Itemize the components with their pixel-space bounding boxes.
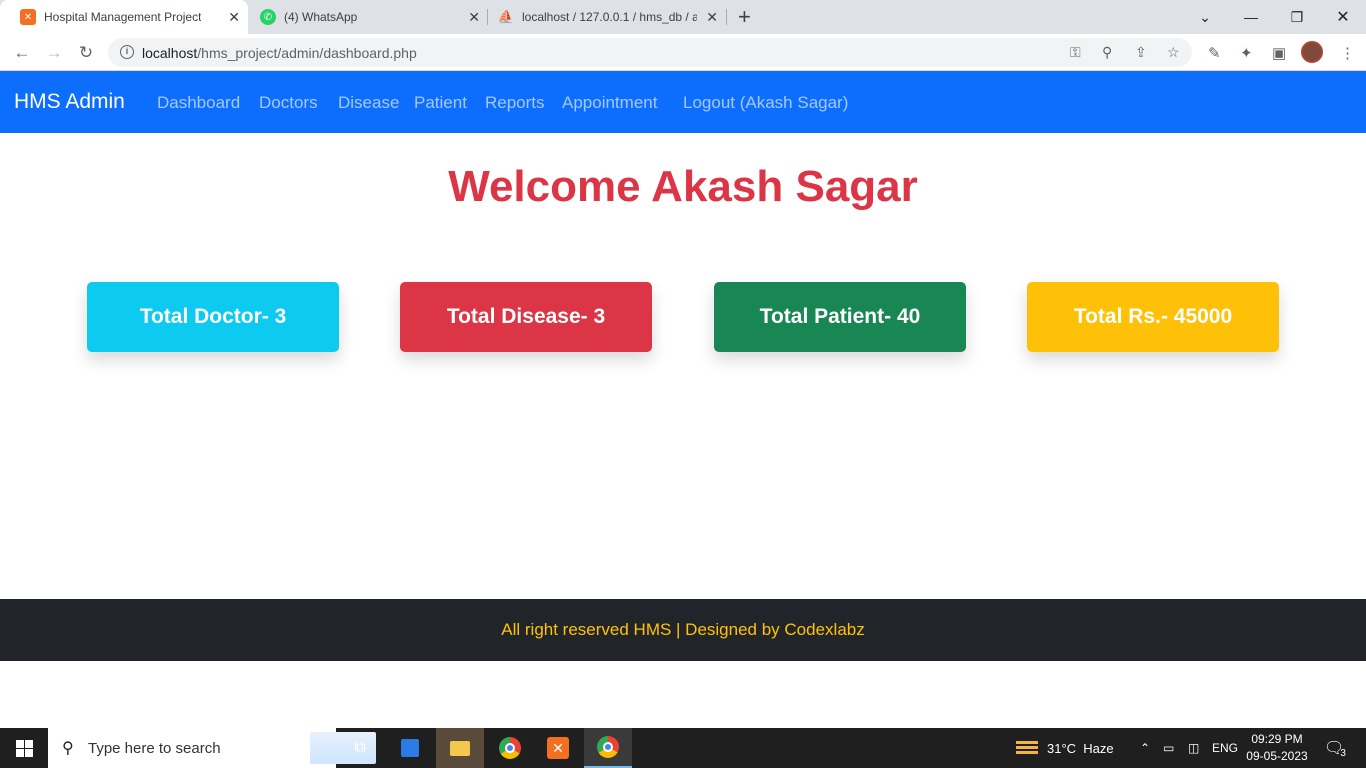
app-navbar: HMS Admin Dashboard Doctors Disease Pati… xyxy=(0,71,1366,133)
menu-kebab-icon[interactable]: ⋮ xyxy=(1340,44,1355,62)
close-tab-icon[interactable]: ✕ xyxy=(228,9,240,26)
total-revenue-card: Total Rs.- 45000 xyxy=(1027,282,1279,352)
windows-start-icon[interactable] xyxy=(0,728,48,768)
nav-link-doctors[interactable]: Doctors xyxy=(259,93,318,113)
restore-icon[interactable]: ❐ xyxy=(1274,0,1320,34)
nav-link-disease[interactable]: Disease xyxy=(338,93,399,113)
nav-link-appointment[interactable]: Appointment xyxy=(562,93,657,113)
browser-toolbar: ← → ↻ i localhost/hms_project/admin/dash… xyxy=(0,34,1366,71)
weather-haze-icon xyxy=(1016,741,1038,755)
page-footer: All right reserved HMS | Designed by Cod… xyxy=(0,599,1366,661)
language-indicator[interactable]: ENG xyxy=(1212,728,1238,768)
share-icon[interactable]: ⇪ xyxy=(1135,44,1147,61)
notification-center-icon[interactable]: 🗨 3 xyxy=(1324,728,1346,768)
notification-count: 3 xyxy=(1340,747,1346,759)
network-icon[interactable]: ◫ xyxy=(1188,728,1199,768)
zoom-icon[interactable]: ⚲ xyxy=(1102,44,1112,61)
total-disease-card: Total Disease- 3 xyxy=(400,282,652,352)
total-patient-card: Total Patient- 40 xyxy=(714,282,966,352)
weather-widget[interactable]: 31°C Haze xyxy=(1016,728,1114,768)
tab-phpmyadmin[interactable]: ⛵ localhost / 127.0.0.1 / hms_db / a ✕ xyxy=(478,0,726,34)
profile-avatar[interactable] xyxy=(1301,41,1323,63)
taskbar-search-box[interactable]: ⚲ Type here to search xyxy=(48,728,376,768)
chrome-profile-taskbar-icon[interactable] xyxy=(584,728,632,768)
bookmark-star-icon[interactable]: ☆ xyxy=(1167,44,1180,61)
browser-tab-strip: ✕ Hospital Management Project ✕ ✆ (4) Wh… xyxy=(0,0,1366,34)
key-icon[interactable]: ⚿ xyxy=(1070,44,1081,61)
search-placeholder: Type here to search xyxy=(88,740,221,757)
xampp-icon: ✕ xyxy=(20,9,36,25)
search-icon: ⚲ xyxy=(62,740,74,757)
clock-date: 09-05-2023 xyxy=(1246,749,1308,763)
tab-title: Hospital Management Project xyxy=(44,10,202,24)
system-clock[interactable]: 09:29 PM 09-05-2023 xyxy=(1244,731,1310,765)
forward-icon[interactable]: → xyxy=(42,41,66,65)
tab-title: (4) WhatsApp xyxy=(284,10,358,24)
battery-icon[interactable]: ▭ xyxy=(1163,728,1174,768)
url-path: /hms_project/admin/dashboard.php xyxy=(197,45,417,61)
tab-title: localhost / 127.0.0.1 / hms_db / a xyxy=(522,10,697,24)
nav-link-dashboard[interactable]: Dashboard xyxy=(157,93,240,113)
site-info-icon[interactable]: i xyxy=(120,45,134,59)
side-panel-icon[interactable]: ▣ xyxy=(1272,44,1286,62)
weather-text: 31°C Haze xyxy=(1047,740,1114,756)
nav-link-logout[interactable]: Logout (Akash Sagar) xyxy=(683,93,848,113)
close-window-icon[interactable]: ✕ xyxy=(1320,0,1366,34)
back-icon[interactable]: ← xyxy=(10,41,34,65)
url-text[interactable]: localhost/hms_project/admin/dashboard.ph… xyxy=(142,45,417,61)
navbar-brand[interactable]: HMS Admin xyxy=(14,90,125,114)
url-host: localhost xyxy=(142,45,198,61)
show-hidden-icons[interactable]: ⌃ xyxy=(1140,728,1150,768)
chrome-icon[interactable] xyxy=(486,728,534,768)
new-tab-button[interactable]: + xyxy=(738,4,751,30)
address-bar[interactable]: i localhost/hms_project/admin/dashboard.… xyxy=(108,38,1192,67)
extensions-puzzle-icon[interactable]: ✦ xyxy=(1240,44,1253,62)
eyedropper-extension-icon[interactable]: ✎ xyxy=(1208,44,1221,62)
clock-time: 09:29 PM xyxy=(1251,732,1303,746)
tab-whatsapp[interactable]: ✆ (4) WhatsApp ✕ xyxy=(240,0,488,34)
minimize-icon[interactable]: — xyxy=(1228,0,1274,34)
welcome-heading: Welcome Akash Sagar xyxy=(448,162,918,211)
task-view-icon[interactable]: ⧉ xyxy=(336,728,384,768)
tab-search-chevron-icon[interactable]: ⌄ xyxy=(1182,0,1228,34)
whatsapp-icon: ✆ xyxy=(260,9,276,25)
reload-icon[interactable]: ↻ xyxy=(74,41,98,65)
close-tab-icon[interactable]: ✕ xyxy=(706,9,718,26)
tab-hospital-management[interactable]: ✕ Hospital Management Project ✕ xyxy=(0,0,248,34)
windows-taskbar: ⚲ Type here to search ⧉ ✕ 31°C Haze ⌃ ▭ … xyxy=(0,728,1366,768)
file-explorer-icon[interactable] xyxy=(436,728,484,768)
store-app-icon[interactable] xyxy=(386,728,434,768)
total-doctor-card: Total Doctor- 3 xyxy=(87,282,339,352)
nav-link-patient[interactable]: Patient xyxy=(414,93,467,113)
nav-link-reports[interactable]: Reports xyxy=(485,93,545,113)
tab-divider xyxy=(726,9,727,25)
phpmyadmin-icon: ⛵ xyxy=(497,9,515,24)
xampp-taskbar-icon[interactable]: ✕ xyxy=(534,728,582,768)
footer-text: All right reserved HMS | Designed by Cod… xyxy=(501,620,865,639)
